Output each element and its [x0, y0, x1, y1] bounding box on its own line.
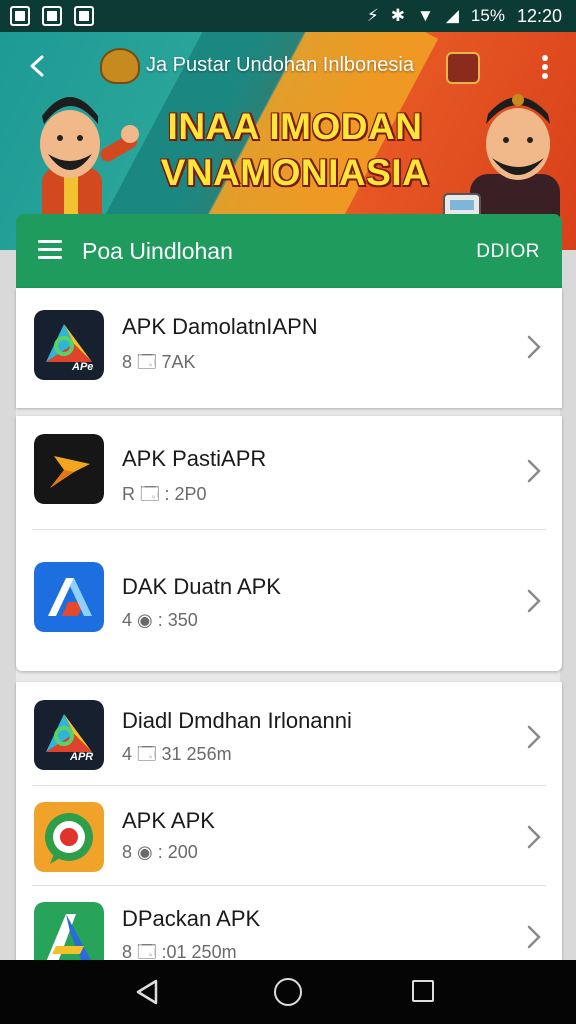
status-notifications — [10, 6, 94, 26]
signal-icon: ◢ — [445, 6, 459, 25]
green-target-icon — [34, 802, 104, 872]
wifi-icon: ▼ — [417, 6, 434, 25]
headline-line-2: VNAMONIASIA — [160, 152, 430, 193]
nav-back-icon[interactable] — [134, 978, 160, 1006]
app-meta: 8 ◉ : 200 — [122, 842, 198, 862]
list-item[interactable]: DAK Duatn APK 4 ◉ : 350 — [16, 562, 562, 662]
app-name: DPackan APK — [122, 906, 261, 931]
background-edge — [560, 250, 576, 960]
chevron-right-icon — [527, 589, 541, 613]
app-meta: R 🗔 : 2P0 — [122, 484, 207, 504]
apr-logo-icon: APR — [34, 700, 104, 770]
nav-home-icon[interactable] — [274, 978, 302, 1006]
chevron-right-icon — [527, 825, 541, 849]
back-arrow-icon[interactable] — [26, 54, 50, 78]
notification-icon — [42, 6, 62, 26]
svg-text:APR: APR — [69, 751, 93, 763]
app-name: APK PastiAPR — [122, 446, 267, 471]
banner-headline: INAA IMODAN VNAMONIASIA — [150, 104, 440, 196]
app-name: Diadl Dmdhan Irlonanni — [122, 708, 352, 733]
list-item[interactable]: APK APK 8 ◉ : 200 — [16, 786, 562, 886]
more-options-icon[interactable] — [534, 54, 556, 80]
status-indicators: ⚡ ✱ ▼ ◢ 15% 12:20 — [367, 6, 562, 27]
app-name: APK DamolatnIAPN — [122, 314, 318, 339]
bluetooth-icon: ✱ — [390, 6, 406, 25]
list-item[interactable]: APR Diadl Dmdhan Irlonanni 4 🗔 31 256m — [16, 686, 562, 786]
clock: 12:20 — [516, 5, 562, 26]
image-icon — [74, 6, 94, 26]
headline-line-1: INAA IMODAN — [167, 106, 423, 147]
app-card: APR Diadl Dmdhan Irlonanni 4 🗔 31 256m A… — [16, 682, 562, 972]
app-card: APK PastiAPR R 🗔 : 2P0 DAK Duatn APK 4 ◉… — [16, 416, 562, 671]
basket-icon[interactable] — [446, 52, 480, 84]
notification-icon — [10, 6, 30, 26]
list-item[interactable]: APK PastiAPR R 🗔 : 2P0 — [16, 430, 562, 530]
chevron-right-icon — [527, 459, 541, 483]
apk-logo-icon: APe — [34, 310, 104, 380]
chevron-right-icon — [527, 725, 541, 749]
list-header: Poa Uindlohan DDIOR — [16, 214, 562, 288]
list-title: Poa Uindlohan — [82, 238, 233, 264]
hamburger-menu-icon[interactable] — [38, 240, 62, 260]
header-action-button[interactable]: DDIOR — [476, 241, 540, 263]
status-bar: ⚡ ✱ ▼ ◢ 15% 12:20 — [0, 0, 576, 32]
list-item[interactable]: DPackan APK 8 🗔 :01 250m — [16, 886, 562, 972]
chevron-right-icon — [527, 335, 541, 359]
nav-recents-icon[interactable] — [412, 980, 434, 1002]
app-title: Ja Pustar Undohan Inlbonesia — [146, 54, 414, 76]
app-meta: 4 ◉ : 350 — [122, 610, 198, 630]
battery-level: 15% — [470, 6, 505, 25]
blue-a-icon — [34, 562, 104, 632]
svg-text:APe: APe — [71, 361, 93, 373]
app-name: APK APK — [122, 808, 215, 833]
garuda-emblem-icon — [100, 48, 140, 84]
orange-arrow-icon — [34, 434, 104, 504]
list-item[interactable]: APe APK DamolatnIAPN 8 🗔 7AK — [16, 298, 562, 398]
chevron-right-icon — [527, 925, 541, 949]
vibrate-icon: ⚡ — [366, 6, 379, 25]
app-card: APe APK DamolatnIAPN 8 🗔 7AK — [16, 288, 562, 408]
background-edge — [0, 250, 16, 960]
app-name: DAK Duatn APK — [122, 574, 281, 599]
app-meta: 4 🗔 31 256m — [122, 744, 232, 764]
app-bar: Ja Pustar Undohan Inlbonesia — [0, 46, 576, 86]
system-navigation-bar — [0, 960, 576, 1024]
divider — [32, 529, 546, 530]
app-meta: 8 🗔 7AK — [122, 352, 196, 372]
